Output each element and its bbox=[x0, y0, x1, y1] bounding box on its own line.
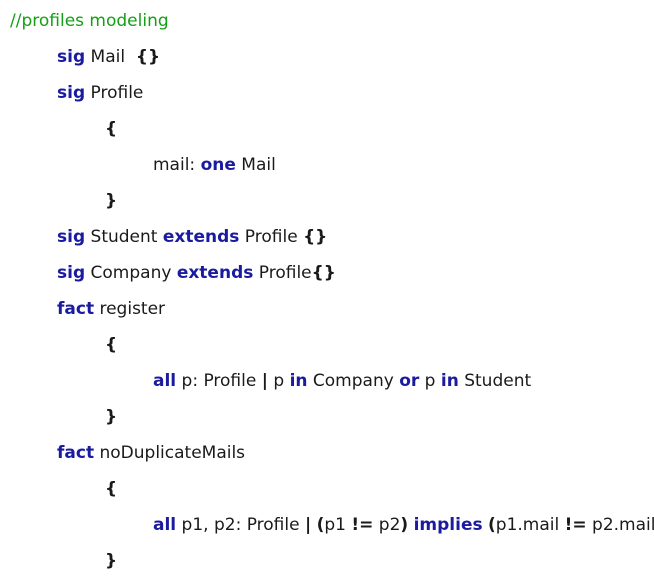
keyword-token: or bbox=[399, 371, 420, 391]
text-token: noDuplicateMails bbox=[94, 443, 246, 463]
keyword-token: sig bbox=[57, 263, 86, 283]
text-token: p bbox=[419, 371, 441, 391]
code-line-open-brace: { bbox=[105, 118, 117, 140]
keyword-token: sig bbox=[57, 227, 86, 247]
keyword-token: sig bbox=[57, 83, 86, 103]
punctuation-token: != bbox=[351, 515, 374, 535]
code-line-sig-student: sig Student extends Profile {} bbox=[57, 226, 327, 248]
punctuation-token: } bbox=[105, 191, 118, 211]
text-token: p: Profile bbox=[176, 371, 262, 391]
keyword-token: sig bbox=[57, 47, 86, 67]
punctuation-token: { bbox=[105, 335, 118, 355]
text-token: p2.mail bbox=[586, 515, 654, 535]
comment-line: //profiles modeling bbox=[10, 11, 169, 31]
text-token: mail: bbox=[153, 155, 201, 175]
keyword-token: in bbox=[440, 371, 459, 391]
code-line-mail-field: mail: one Mail bbox=[153, 154, 276, 176]
punctuation-token: { bbox=[105, 479, 118, 499]
keyword-token: extends bbox=[162, 227, 240, 247]
code-line-register-body: all p: Profile | p in Company or p in St… bbox=[153, 370, 531, 392]
code-line-fact-register: fact register bbox=[57, 298, 165, 320]
text-token: Student bbox=[85, 227, 163, 247]
code-line-close-brace: } bbox=[105, 406, 117, 428]
punctuation-token: } bbox=[105, 551, 118, 571]
text-token: p1 bbox=[324, 515, 352, 535]
text-token: Mail bbox=[85, 47, 136, 67]
keyword-token: fact bbox=[57, 443, 95, 463]
code-line-close-brace: } bbox=[105, 550, 117, 572]
keyword-token: all bbox=[153, 371, 177, 391]
punctuation-token: != bbox=[564, 515, 587, 535]
text-token: Mail bbox=[235, 155, 276, 175]
keyword-token: implies bbox=[413, 515, 483, 535]
text-token: p2 bbox=[373, 515, 401, 535]
code-line-open-brace: { bbox=[105, 478, 117, 500]
punctuation-token: } bbox=[105, 407, 118, 427]
text-token: Student bbox=[458, 371, 532, 391]
text-token: Profile bbox=[85, 83, 144, 103]
text-token: p bbox=[267, 371, 290, 391]
keyword-token: all bbox=[153, 515, 177, 535]
punctuation-token: {} bbox=[311, 263, 336, 283]
code-line-close-brace: } bbox=[105, 190, 117, 212]
code-line-sig-company: sig Company extends Profile{} bbox=[57, 262, 336, 284]
punctuation-token: { bbox=[105, 119, 118, 139]
code-line-sig-mail: sig Mail {} bbox=[57, 46, 160, 68]
punctuation-token: {} bbox=[135, 47, 161, 67]
code-line-sig-profile: sig Profile bbox=[57, 82, 143, 104]
code-listing: //profiles modeling sig Mail {} sig Prof… bbox=[0, 0, 654, 577]
text-token: Profile bbox=[239, 227, 304, 247]
punctuation-token: {} bbox=[303, 227, 328, 247]
text-token: Profile bbox=[253, 263, 312, 283]
text-token: Company bbox=[307, 371, 400, 391]
text-token: p1, p2: Profile bbox=[176, 515, 305, 535]
punctuation-token: ( bbox=[488, 515, 496, 535]
keyword-token: extends bbox=[176, 263, 254, 283]
keyword-token: fact bbox=[57, 299, 95, 319]
keyword-token: one bbox=[200, 155, 236, 175]
code-line-noduplicatemails-body: all p1, p2: Profile | (p1 != p2) implies… bbox=[153, 514, 654, 536]
code-line-open-brace: { bbox=[105, 334, 117, 356]
text-token: p1.mail bbox=[495, 515, 565, 535]
keyword-token: in bbox=[289, 371, 308, 391]
text-token: Company bbox=[85, 263, 177, 283]
text-token: register bbox=[94, 299, 166, 319]
code-line-fact-noduplicatemails: fact noDuplicateMails bbox=[57, 442, 245, 464]
